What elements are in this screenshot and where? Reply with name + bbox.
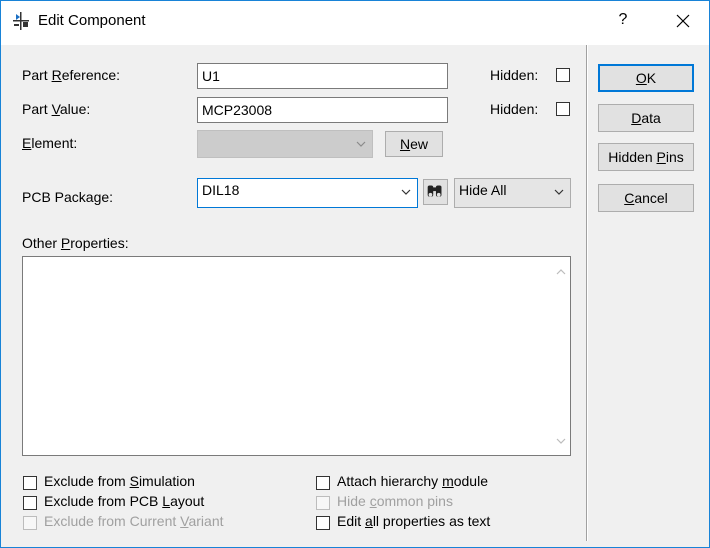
hidden-pins-button[interactable]: Hidden Pins — [598, 143, 694, 171]
exclude-variant-label: Exclude from Current Variant — [44, 513, 224, 529]
hide-pins-select[interactable]: Hide All — [454, 178, 571, 208]
exclude-pcb-layout-label: Exclude from PCB Layout — [44, 493, 205, 509]
part-value-input[interactable]: MCP23008 — [197, 97, 448, 123]
element-select[interactable] — [197, 130, 373, 158]
dialog-body: Part Reference: U1 Hidden: Part Value: M… — [1, 45, 709, 547]
part-value-label: Part Value: — [22, 101, 91, 117]
close-icon[interactable] — [671, 9, 695, 33]
exclude-simulation-checkbox[interactable] — [23, 476, 37, 490]
hide-common-pins-label: Hide common pins — [337, 493, 453, 509]
data-button[interactable]: Data — [598, 104, 694, 132]
ok-button[interactable]: OK — [598, 64, 694, 92]
chevron-down-icon — [401, 189, 411, 195]
chevron-down-icon — [554, 189, 564, 195]
window-title: Edit Component — [38, 12, 146, 29]
scroll-down-icon[interactable] — [556, 437, 566, 445]
binoculars-icon — [427, 185, 442, 197]
package-browse-button[interactable] — [423, 179, 448, 205]
pcb-package-label: PCB Package: — [22, 189, 114, 205]
vertical-scrollbar[interactable] — [552, 257, 570, 455]
cancel-button[interactable]: Cancel — [598, 184, 694, 212]
edit-as-text-checkbox[interactable] — [316, 516, 330, 530]
pcb-package-select[interactable]: DIL18 — [197, 178, 418, 208]
edit-component-dialog: Edit Component ? Part Reference: U1 Hidd… — [0, 0, 710, 548]
help-button[interactable]: ? — [613, 11, 633, 29]
part-value-hidden-checkbox[interactable] — [556, 102, 570, 116]
part-reference-hidden-label: Hidden: — [490, 67, 539, 83]
part-reference-label: Part Reference: — [22, 67, 121, 83]
attach-hierarchy-label: Attach hierarchy module — [337, 473, 488, 489]
edit-as-text-label: Edit all properties as text — [337, 513, 491, 529]
part-reference-hidden-checkbox[interactable] — [556, 68, 570, 82]
exclude-simulation-label: Exclude from Simulation — [44, 473, 195, 489]
title-bar: Edit Component ? — [1, 1, 709, 45]
scroll-up-icon[interactable] — [556, 268, 566, 276]
part-reference-input[interactable]: U1 — [197, 63, 448, 89]
chevron-down-icon — [356, 141, 366, 147]
other-properties-textarea[interactable] — [22, 256, 571, 456]
exclude-variant-checkbox[interactable] — [23, 516, 37, 530]
exclude-pcb-layout-checkbox[interactable] — [23, 496, 37, 510]
hide-common-pins-checkbox[interactable] — [316, 496, 330, 510]
new-element-button[interactable]: New — [385, 131, 443, 157]
part-value-hidden-label: Hidden: — [490, 101, 539, 117]
attach-hierarchy-checkbox[interactable] — [316, 476, 330, 490]
element-label: Element: — [22, 135, 78, 151]
other-properties-label: Other Properties: — [22, 235, 129, 251]
component-icon — [13, 12, 29, 30]
vertical-divider — [586, 45, 588, 541]
